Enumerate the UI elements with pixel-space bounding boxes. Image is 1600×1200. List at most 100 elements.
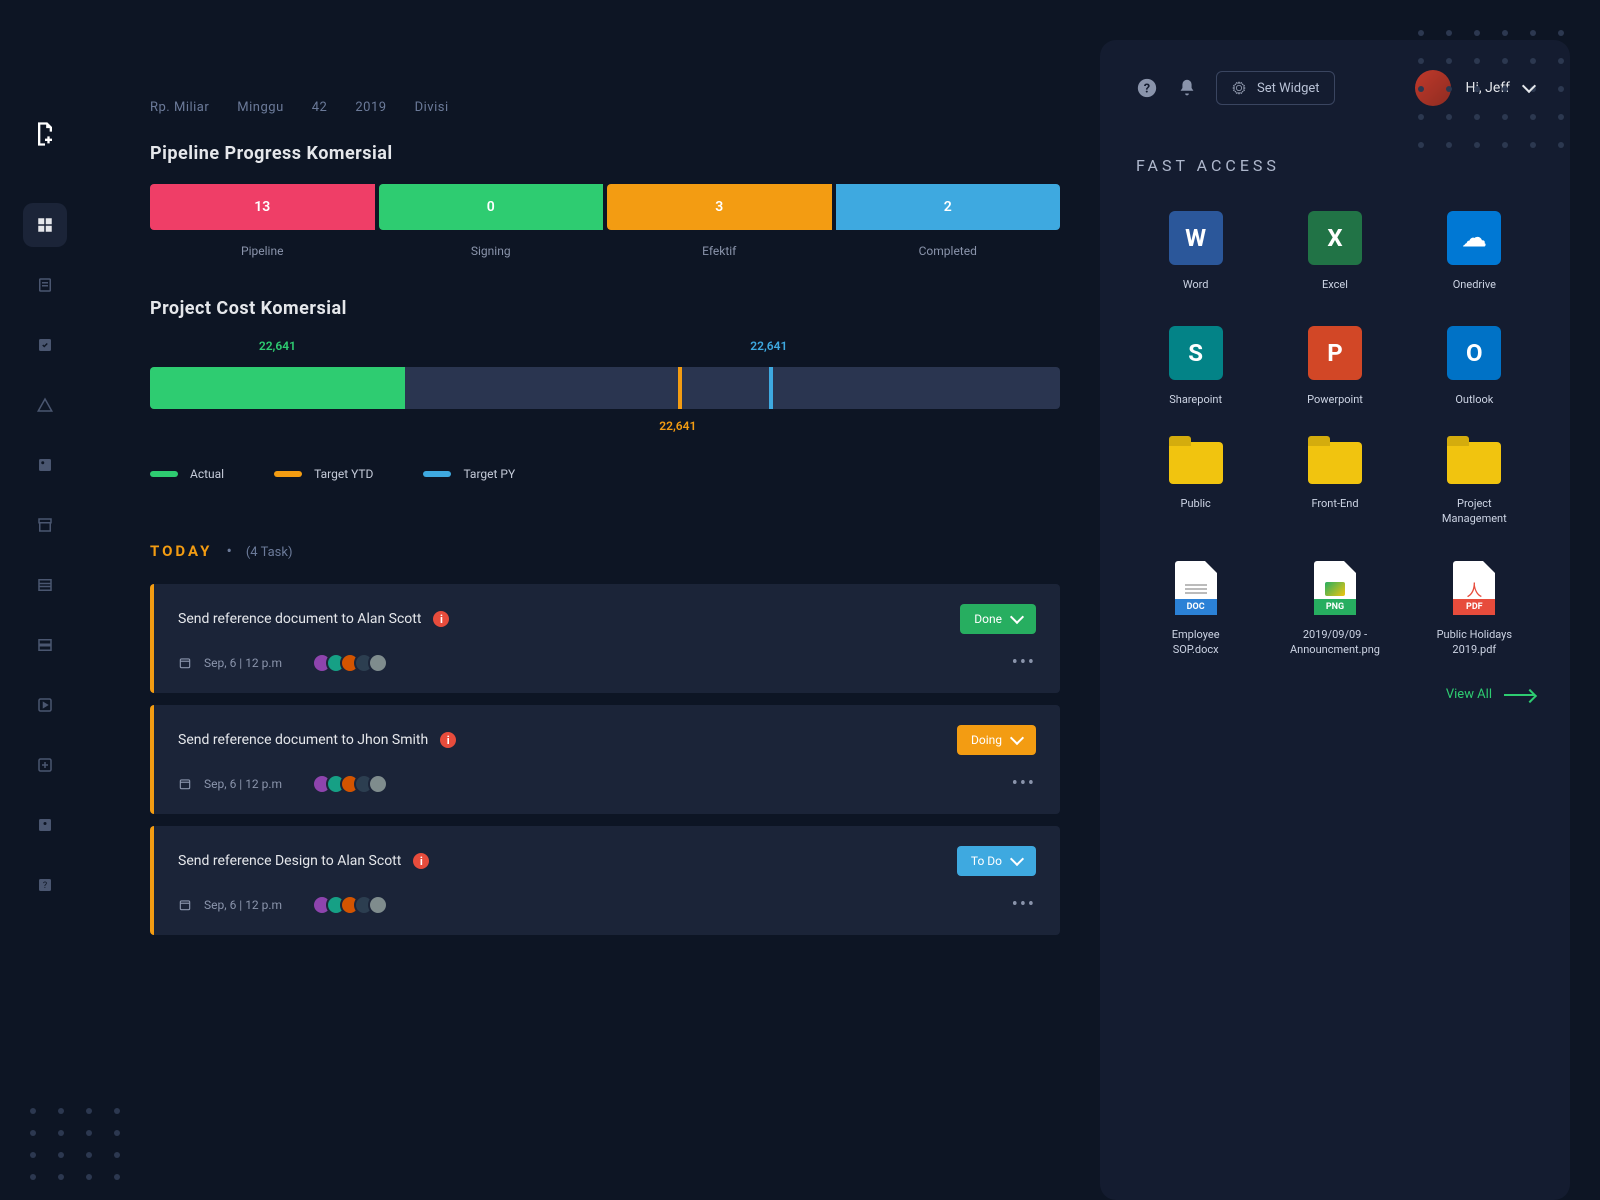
task-list: Send reference document to Alan Scotti D… — [150, 584, 1060, 935]
set-widget-button[interactable]: Set Widget — [1216, 71, 1335, 105]
info-icon[interactable]: i — [440, 732, 456, 748]
nav-server[interactable] — [23, 623, 67, 667]
nav-archive[interactable] — [23, 503, 67, 547]
fast-access-label: Employee SOP.docx — [1151, 627, 1241, 658]
app-icon: P — [1308, 326, 1362, 380]
fast-access-title: FAST ACCESS — [1136, 156, 1534, 175]
fast-access-label: Word — [1183, 277, 1209, 292]
folder-icon — [1308, 442, 1362, 484]
nav-play[interactable] — [23, 683, 67, 727]
task-meta: Sep, 6 | 12 p.m — [178, 774, 388, 794]
fast-access-item[interactable]: X Excel — [1275, 211, 1394, 292]
task-date: Sep, 6 | 12 p.m — [204, 656, 282, 670]
task-card[interactable]: Send reference Design to Alan Scotti To … — [150, 826, 1060, 935]
fast-access-label: Onedrive — [1453, 277, 1496, 292]
pipeline-bar-pipeline: 13 — [150, 184, 375, 230]
task-status-button[interactable]: To Do — [957, 846, 1036, 876]
nav-checkbox[interactable] — [23, 323, 67, 367]
pipeline-bar-completed: 2 — [836, 184, 1061, 230]
info-icon[interactable]: i — [413, 853, 429, 869]
breadcrumb-item: 2019 — [355, 100, 386, 115]
fast-access-item[interactable]: P Powerpoint — [1275, 326, 1394, 407]
pipeline-label: Efektif — [607, 244, 832, 258]
gear-icon — [1231, 80, 1247, 96]
nav-user[interactable] — [23, 803, 67, 847]
more-icon[interactable]: ••• — [1012, 652, 1036, 673]
cost-bar — [150, 367, 1060, 409]
fast-access-item[interactable]: W Word — [1136, 211, 1255, 292]
app-icon: O — [1447, 326, 1501, 380]
legend-label: Target PY — [463, 467, 515, 481]
calendar-icon — [178, 656, 192, 670]
fast-access-label: 2019/09/09 - Announcment.png — [1290, 627, 1380, 658]
calendar-icon — [178, 777, 192, 791]
legend-swatch — [150, 471, 178, 477]
fast-access-item[interactable]: Project Management — [1415, 442, 1534, 527]
fast-access-item[interactable]: PNG 2019/09/09 - Announcment.png — [1275, 561, 1394, 658]
file-icon: 人PDF — [1453, 561, 1495, 615]
cost-actual-value: 22,641 — [259, 339, 296, 353]
task-title: Send reference document to Jhon Smithi — [178, 732, 456, 748]
task-avatars — [318, 653, 388, 673]
nav-image[interactable] — [23, 443, 67, 487]
fast-access-item[interactable]: ☁Onedrive — [1415, 211, 1534, 292]
fast-access-label: Public Holidays 2019.pdf — [1429, 627, 1519, 658]
decorative-dots-top — [1418, 30, 1570, 154]
separator-dot: • — [226, 541, 231, 560]
folder-icon — [1447, 442, 1501, 484]
fast-access-item[interactable]: Public — [1136, 442, 1255, 527]
fast-access-item[interactable]: DOC Employee SOP.docx — [1136, 561, 1255, 658]
file-icon: DOC — [1175, 561, 1217, 615]
fast-access-label: Outlook — [1455, 392, 1493, 407]
legend-item: Target YTD — [274, 467, 373, 481]
task-card[interactable]: Send reference document to Jhon Smithi D… — [150, 705, 1060, 814]
decorative-dots-bottom — [30, 1108, 126, 1180]
cost-py-value: 22,641 — [750, 339, 787, 353]
fast-access-item[interactable]: 人PDF Public Holidays 2019.pdf — [1415, 561, 1534, 658]
calendar-icon — [178, 898, 192, 912]
legend-swatch — [274, 471, 302, 477]
fast-access-grid: W Word X Excel ☁Onedrive S Sharepoint P Powerpoi… — [1136, 211, 1534, 657]
pipeline-label: Completed — [836, 244, 1061, 258]
file-icon: PNG — [1314, 561, 1356, 615]
task-title: Send reference Design to Alan Scotti — [178, 853, 429, 869]
app-icon: W — [1169, 211, 1223, 265]
pipeline-chart: 13Pipeline0Signing3Efektif2Completed — [150, 184, 1060, 258]
pipeline-title: Pipeline Progress Komersial — [150, 143, 1060, 164]
today-count: (4 Task) — [246, 545, 293, 560]
task-status-button[interactable]: Done — [960, 604, 1036, 634]
fast-access-label: Project Management — [1429, 496, 1519, 527]
fast-access-label: Sharepoint — [1169, 392, 1222, 407]
fast-access-label: Excel — [1322, 277, 1348, 292]
fast-access-label: Front-End — [1311, 496, 1358, 511]
nav-dashboard[interactable] — [23, 203, 67, 247]
app-icon: S — [1169, 326, 1223, 380]
fast-access-item[interactable]: O Outlook — [1415, 326, 1534, 407]
bell-icon[interactable] — [1176, 77, 1198, 99]
cost-py-marker — [769, 367, 773, 409]
info-icon[interactable]: i — [433, 611, 449, 627]
nav-add[interactable] — [23, 743, 67, 787]
nav-table[interactable] — [23, 563, 67, 607]
pipeline-bar-efektif: 3 — [607, 184, 832, 230]
task-card[interactable]: Send reference document to Alan Scotti D… — [150, 584, 1060, 693]
pipeline-bar-signing: 0 — [379, 184, 604, 230]
view-all-link[interactable]: View All — [1446, 687, 1534, 702]
task-date: Sep, 6 | 12 p.m — [204, 898, 282, 912]
fast-access-item[interactable]: S Sharepoint — [1136, 326, 1255, 407]
task-status-button[interactable]: Doing — [957, 725, 1036, 755]
legend-item: Actual — [150, 467, 224, 481]
chevron-down-icon — [1010, 731, 1024, 745]
more-icon[interactable]: ••• — [1012, 894, 1036, 915]
app-icon: X — [1308, 211, 1362, 265]
help-icon[interactable]: ? — [1136, 77, 1158, 99]
nav-help[interactable]: ? — [23, 863, 67, 907]
nav-alert[interactable] — [23, 383, 67, 427]
main-content: Rp. Miliar Minggu 42 2019 Divisi Pipelin… — [90, 40, 1100, 1200]
more-icon[interactable]: ••• — [1012, 773, 1036, 794]
fast-access-item[interactable]: Front-End — [1275, 442, 1394, 527]
breadcrumb-item: Rp. Miliar — [150, 100, 209, 115]
nav-document[interactable] — [23, 263, 67, 307]
fast-access-label: Powerpoint — [1307, 392, 1363, 407]
legend-swatch — [423, 471, 451, 477]
